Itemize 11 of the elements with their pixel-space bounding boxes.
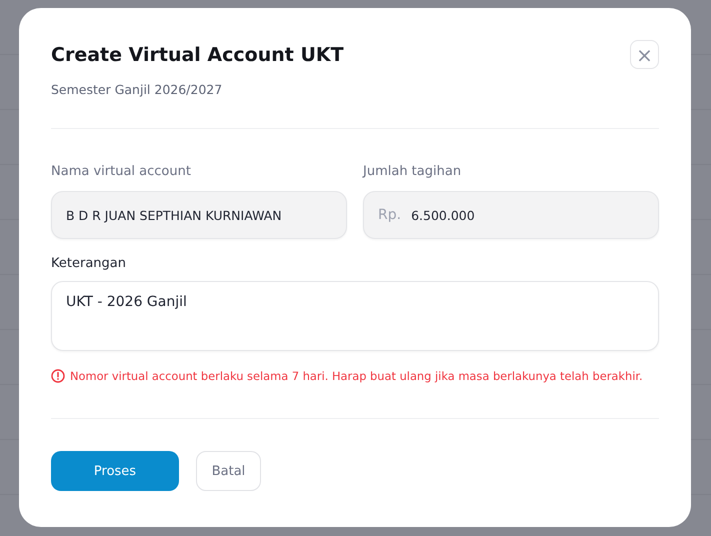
- field-label: Keterangan: [51, 255, 127, 273]
- cancel-button[interactable]: Batal: [196, 451, 261, 491]
- warning-message: Nomor virtual account berlaku selama 7 hari. Harap buat ulang jika masa berlakunya telah berakhir.: [70, 369, 643, 383]
- process-button[interactable]: Proses: [51, 451, 179, 491]
- currency-prefix: Rp.: [378, 207, 402, 223]
- warning-icon: [51, 369, 65, 383]
- text-area[interactable]: UKT - 2026 Ganjil: [51, 281, 659, 351]
- dialog-subtitle: Semester Ganjil 2026/2027: [51, 82, 224, 97]
- dialog-title: Create Virtual Account UKT: [51, 43, 344, 68]
- field-label: Jumlah tagihan: [363, 163, 462, 181]
- field-label: Nama virtual account: [51, 163, 192, 181]
